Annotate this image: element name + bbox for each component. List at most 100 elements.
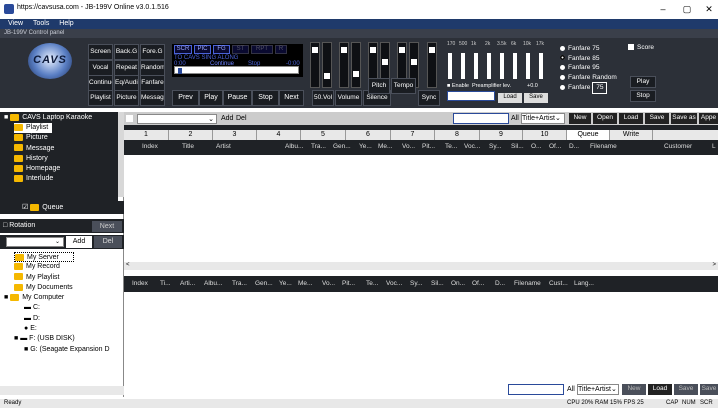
col2-year[interactable]: Ye... xyxy=(279,280,292,287)
continue-button[interactable]: Continue xyxy=(88,75,113,91)
minimize-button[interactable]: – xyxy=(652,2,674,16)
search-load-button[interactable]: Load xyxy=(648,384,672,395)
playlist-search-input[interactable] xyxy=(453,113,509,124)
mode-r[interactable]: R xyxy=(275,45,287,54)
playlist-load-button[interactable]: Load xyxy=(619,113,643,124)
tree-drive-f[interactable]: ■ ▬ F: (USB DISK) xyxy=(14,334,124,344)
playlist-grid[interactable] xyxy=(124,155,718,260)
playlist-button[interactable]: Playlist xyxy=(88,90,113,106)
vol-fader-2[interactable] xyxy=(322,42,332,88)
sidebar-item-picture[interactable]: Picture xyxy=(14,133,118,143)
eq-band-5[interactable] xyxy=(500,53,504,79)
eq-band-6[interactable] xyxy=(513,53,517,79)
col-title[interactable]: Title xyxy=(182,143,194,150)
picture-button[interactable]: Picture xyxy=(114,90,139,106)
tree-my-playlist[interactable]: My Playlist xyxy=(14,273,124,283)
close-button[interactable]: ✕ xyxy=(698,2,718,16)
score-checkbox[interactable]: Score xyxy=(628,44,654,51)
eq-band-7[interactable] xyxy=(526,53,530,79)
seek-knob[interactable] xyxy=(178,68,182,74)
playlist-hscrollbar[interactable]: < > xyxy=(124,262,718,270)
fanfare-play-button[interactable]: Play xyxy=(630,76,656,88)
eq-save-button[interactable]: Save xyxy=(524,93,548,103)
message-button[interactable]: Message xyxy=(140,90,165,106)
tab-1[interactable]: 1 xyxy=(124,130,169,140)
col-voc[interactable]: Voc... xyxy=(464,143,480,150)
tree-drive-d[interactable]: ▬ D: xyxy=(14,314,124,324)
add-dropdown[interactable]: ⌄ xyxy=(6,237,64,247)
search-results-grid[interactable] xyxy=(124,292,718,382)
tab-write[interactable]: Write xyxy=(610,130,653,140)
sync-fader[interactable] xyxy=(427,42,437,88)
repeat-button[interactable]: Repeat xyxy=(114,60,139,76)
fanfare-option-95[interactable]: Fanfare 95 xyxy=(560,63,660,73)
col2-tempo[interactable]: Te... xyxy=(366,280,378,287)
fanfare-stop-button[interactable]: Stop xyxy=(630,90,656,102)
eq-band-4[interactable] xyxy=(487,53,491,79)
search-filter-dropdown[interactable]: Title+Artist⌄ xyxy=(577,384,619,395)
fanfare-button[interactable]: Fanfare xyxy=(140,75,165,91)
col2-vocal[interactable]: Vo... xyxy=(322,280,335,287)
volume-fader-2[interactable] xyxy=(351,42,361,88)
col-index[interactable]: Index xyxy=(142,143,158,150)
col2-off[interactable]: Of... xyxy=(472,280,484,287)
playlist-dropdown[interactable]: ⌄ xyxy=(137,114,217,124)
add-button[interactable]: Add xyxy=(66,236,92,248)
eq-load-button[interactable]: Load xyxy=(498,93,522,103)
col2-customer[interactable]: Cust... xyxy=(549,280,568,287)
playlist-new-button[interactable]: New xyxy=(569,113,591,124)
tab-5[interactable]: 5 xyxy=(301,130,346,140)
search-new-button[interactable]: New xyxy=(622,384,646,395)
col2-silence[interactable]: Sil... xyxy=(431,280,444,287)
tab-3[interactable]: 3 xyxy=(213,130,257,140)
col-media[interactable]: Me... xyxy=(378,143,392,150)
col-track[interactable]: Tra... xyxy=(311,143,326,150)
col-tempo[interactable]: Te... xyxy=(445,143,457,150)
playlist-del-button[interactable]: Del xyxy=(236,115,247,122)
col-off[interactable]: Of... xyxy=(549,143,561,150)
tab-10[interactable]: 10 xyxy=(523,130,567,140)
tree-root[interactable]: ■ CAVS Laptop Karaoke xyxy=(0,112,124,123)
stop-button[interactable]: Stop xyxy=(252,90,279,106)
col2-media[interactable]: Me... xyxy=(298,280,312,287)
select-all-checkbox[interactable] xyxy=(126,115,133,122)
queue-checkbox[interactable]: ☑ Queue xyxy=(0,201,124,214)
fanfare-custom-input[interactable]: 75 xyxy=(592,82,608,94)
tab-6[interactable]: 6 xyxy=(346,130,391,140)
tree-drive-g[interactable]: ■ G: (Seagate Expansion D xyxy=(14,345,124,355)
search-save-button[interactable]: Save xyxy=(674,384,698,395)
vocal-button[interactable]: Vocal xyxy=(88,60,113,76)
col2-track[interactable]: Tra... xyxy=(232,280,247,287)
tab-8[interactable]: 8 xyxy=(435,130,480,140)
del-button[interactable]: Del xyxy=(94,236,122,248)
eq-band-8[interactable] xyxy=(539,53,543,79)
eq-band-3[interactable] xyxy=(474,53,478,79)
prev-button[interactable]: Prev xyxy=(172,90,199,106)
sidebar-item-homepage[interactable]: Homepage xyxy=(14,164,118,174)
pause-button[interactable]: Pause xyxy=(223,90,252,106)
tab-2[interactable]: 2 xyxy=(169,130,213,140)
col-artist[interactable]: Artist xyxy=(216,143,231,150)
tab-7[interactable]: 7 xyxy=(391,130,435,140)
sync-button[interactable]: Sync xyxy=(418,90,440,106)
col2-index[interactable]: Index xyxy=(132,280,148,287)
col2-genre[interactable]: Gen... xyxy=(255,280,273,287)
menu-help[interactable]: Help xyxy=(59,20,73,27)
col2-lang[interactable]: Lang... xyxy=(574,280,594,287)
tree-drive-e[interactable]: ● E: xyxy=(14,324,124,334)
sidebar-item-interlude[interactable]: Interlude xyxy=(14,174,118,184)
col2-on[interactable]: On... xyxy=(451,280,465,287)
volume-fader[interactable] xyxy=(339,42,349,88)
col-sync[interactable]: Sy... xyxy=(489,143,502,150)
preamp-slider[interactable] xyxy=(447,91,495,101)
tree-my-computer[interactable]: ■ My Computer xyxy=(4,293,124,303)
scroll-right-icon[interactable]: > xyxy=(712,262,716,268)
col-album[interactable]: Albu... xyxy=(285,143,303,150)
col2-title[interactable]: Ti... xyxy=(160,280,171,287)
random-button[interactable]: Random xyxy=(140,60,165,76)
scroll-left-icon[interactable]: < xyxy=(126,262,130,268)
mode-fg[interactable]: FG xyxy=(213,45,230,54)
menu-tools[interactable]: Tools xyxy=(33,20,49,27)
search-save2-button[interactable]: Save xyxy=(700,384,718,395)
col-year[interactable]: Ye... xyxy=(359,143,372,150)
